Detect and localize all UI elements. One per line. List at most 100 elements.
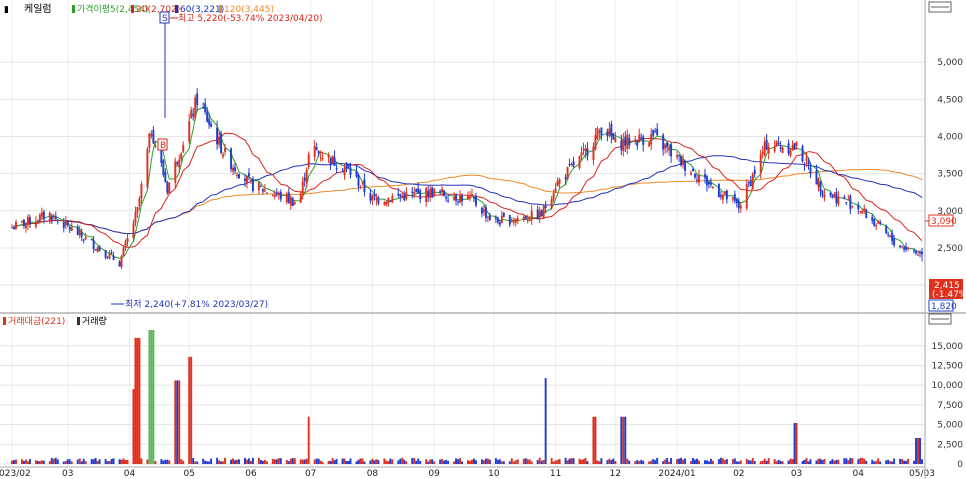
volume-bar	[919, 437, 921, 464]
volume-bar	[845, 458, 848, 464]
candle-body	[385, 201, 388, 205]
candle-body	[120, 256, 123, 267]
volume-bar	[801, 461, 804, 464]
volume-bar	[371, 458, 374, 464]
candle-body	[913, 250, 916, 252]
volume-bar	[305, 458, 308, 464]
candle-body	[359, 186, 362, 188]
candle-body	[843, 196, 846, 199]
volume-bar	[530, 461, 533, 464]
candle-body	[472, 197, 475, 199]
candle-body	[273, 195, 276, 197]
candle-body	[554, 188, 557, 193]
candle-body	[24, 222, 27, 228]
candle-body	[164, 171, 167, 183]
volume-axis: 15,000 12,500 10,000 7,500 5,000 2,500 0	[932, 342, 964, 470]
candle-body	[514, 218, 517, 223]
candle-body	[915, 251, 917, 254]
volume-bar	[210, 458, 213, 464]
volume-bar	[636, 460, 639, 464]
volume-bar	[733, 458, 736, 464]
x-tick-label: 05/03	[909, 469, 935, 479]
volume-bar	[735, 461, 738, 464]
candle-body	[707, 182, 710, 185]
volume-bar	[425, 459, 428, 464]
volume-bar	[678, 458, 681, 464]
volume-bar	[321, 461, 324, 464]
volume-legend-volume[interactable]: 거래량	[82, 315, 107, 327]
volume-bar	[887, 459, 890, 464]
candle-body	[875, 225, 878, 227]
volume-bar	[682, 459, 685, 464]
volume-bar	[236, 459, 238, 464]
price-tick: 4,000	[937, 132, 963, 142]
volume-bar	[245, 459, 248, 464]
candle-body	[112, 255, 115, 260]
candle-body	[516, 218, 519, 221]
candle-body	[441, 188, 444, 192]
candle-body	[698, 175, 700, 183]
candle-body	[271, 195, 274, 197]
candle-body	[192, 113, 195, 116]
ma20-legend[interactable]: 20(2,702)	[136, 5, 180, 15]
volume-bar	[494, 458, 497, 464]
volume-bar	[427, 461, 430, 464]
volume-bar	[905, 460, 908, 464]
candle-body	[36, 221, 39, 223]
candle-body	[26, 216, 29, 226]
volume-bar	[642, 460, 645, 464]
volume-bar	[793, 423, 796, 464]
volume-bar	[383, 458, 386, 464]
candle-body	[98, 245, 101, 251]
volume-bar	[751, 457, 754, 464]
candle-body	[289, 197, 292, 206]
volume-bar	[411, 458, 414, 464]
candle-body	[76, 226, 79, 236]
volume-bar	[251, 457, 254, 464]
x-tick-label: 06	[245, 469, 257, 479]
candle-body	[224, 148, 227, 152]
volume-bar	[373, 460, 376, 464]
candle-body	[636, 140, 639, 146]
candle-body	[773, 145, 776, 152]
volume-bar	[851, 458, 854, 464]
candle-body	[90, 239, 93, 241]
volume-bar	[606, 460, 609, 464]
signal-s: S	[162, 14, 168, 24]
volume-bar	[650, 460, 653, 464]
x-tick-label: 04	[853, 469, 865, 479]
volume-bar	[612, 458, 615, 464]
x-tick-label: 12	[610, 469, 621, 479]
volume-bar	[614, 460, 617, 464]
volume-bar	[634, 461, 637, 464]
volume-bar	[749, 460, 752, 464]
volume-legend-amount[interactable]: 거래대금(221)	[8, 316, 65, 327]
volume-bar	[482, 460, 485, 464]
volume-bar	[474, 460, 477, 464]
candle-body	[893, 238, 896, 246]
stock-name[interactable]: 케일럼	[24, 2, 52, 15]
volume-bar	[516, 459, 519, 464]
volume-bar	[174, 380, 177, 464]
candle-body	[202, 107, 205, 109]
volume-bar	[648, 461, 651, 464]
volume-bar	[38, 461, 41, 464]
candle-body	[106, 257, 109, 259]
candle-body	[166, 182, 169, 193]
candle-body	[626, 134, 629, 149]
candle-body	[703, 174, 706, 178]
volume-bar	[843, 458, 846, 464]
volume-bar	[889, 461, 892, 464]
volume-bar	[705, 460, 708, 464]
volume-bar	[815, 460, 818, 464]
volume-bar	[453, 461, 456, 464]
candle-body	[299, 194, 302, 203]
volume-bar	[917, 437, 919, 464]
candle-body	[11, 227, 13, 229]
candle-body	[174, 161, 177, 183]
volume-bar	[773, 459, 776, 464]
volume-bar	[670, 457, 673, 464]
volume-bar	[124, 459, 127, 464]
volume-bar	[90, 459, 93, 464]
volume-bar	[763, 458, 766, 464]
